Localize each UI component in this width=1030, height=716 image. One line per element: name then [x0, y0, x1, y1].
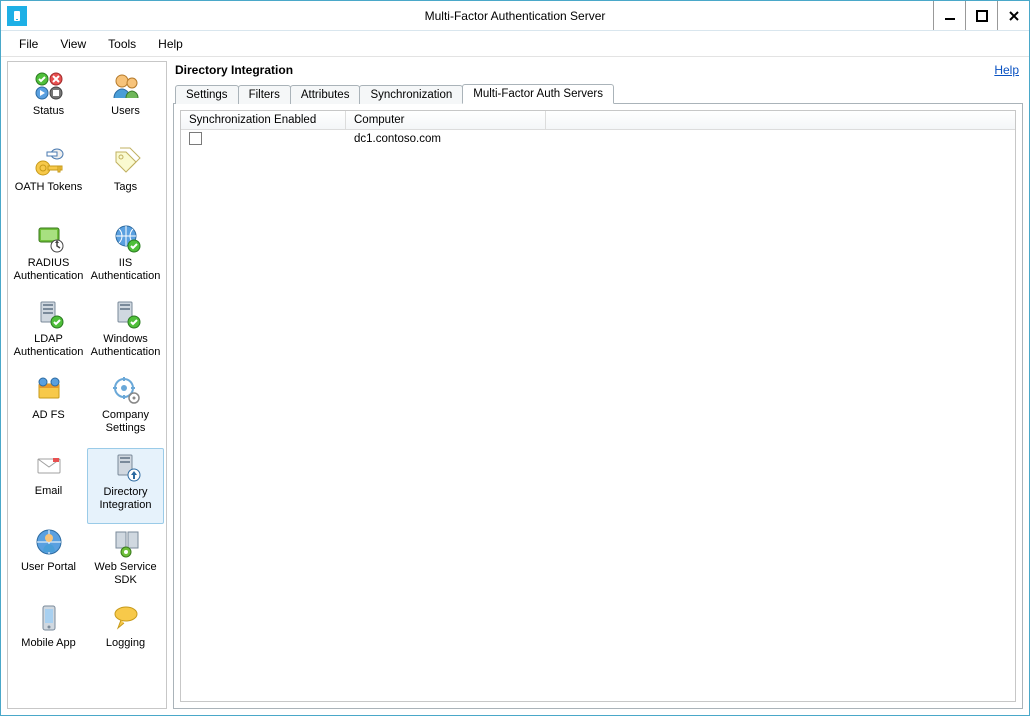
sidebar-item-email[interactable]: Email: [10, 448, 87, 524]
mobile-app-icon: [33, 602, 65, 634]
sidebar-item-directory-integration[interactable]: Directory Integration: [87, 448, 164, 524]
email-icon: [33, 450, 65, 482]
sidebar-item-ldap-auth[interactable]: LDAP Authentication: [10, 296, 87, 372]
menu-file[interactable]: File: [9, 34, 48, 54]
main-panel: Directory Integration Help Settings Filt…: [173, 61, 1023, 709]
windows-auth-icon: [110, 298, 142, 330]
page-title: Directory Integration: [175, 63, 293, 77]
sidebar-item-user-portal[interactable]: User Portal: [10, 524, 87, 600]
sidebar-item-label: Users: [111, 105, 140, 118]
directory-integration-icon: [110, 451, 142, 483]
user-portal-icon: [33, 526, 65, 558]
sidebar-item-label: Email: [35, 485, 63, 498]
tab-strip: Settings Filters Attributes Synchronizat…: [173, 83, 1023, 103]
column-sync-enabled[interactable]: Synchronization Enabled: [181, 111, 346, 129]
sidebar-item-label: Company Settings: [88, 409, 163, 434]
sidebar-item-label: Tags: [114, 181, 137, 194]
main-header: Directory Integration Help: [173, 61, 1023, 83]
sidebar-item-tags[interactable]: Tags: [87, 144, 164, 220]
tab-panel: Synchronization Enabled Computer dc1.con…: [173, 103, 1023, 709]
tab-synchronization[interactable]: Synchronization: [359, 85, 463, 104]
sidebar-item-users[interactable]: Users: [87, 68, 164, 144]
window-title: Multi-Factor Authentication Server: [1, 9, 1029, 23]
sidebar-item-label: OATH Tokens: [15, 181, 82, 194]
tags-icon: [110, 146, 142, 178]
sidebar-item-label: Logging: [106, 637, 145, 650]
sidebar-item-radius-auth[interactable]: RADIUS Authentication: [10, 220, 87, 296]
sidebar-item-web-service-sdk[interactable]: Web Service SDK: [87, 524, 164, 600]
sidebar-item-label: Mobile App: [21, 637, 75, 650]
cell-sync-enabled: [181, 130, 346, 147]
sidebar-item-label: Status: [33, 105, 64, 118]
menu-view[interactable]: View: [50, 34, 96, 54]
menu-help[interactable]: Help: [148, 34, 193, 54]
sidebar: Status Users OATH Tokens Tags: [7, 61, 167, 709]
tab-attributes[interactable]: Attributes: [290, 85, 361, 104]
sidebar-item-label: Windows Authentication: [88, 333, 163, 358]
status-icon: [33, 70, 65, 102]
maximize-button[interactable]: [965, 1, 997, 30]
sidebar-item-logging[interactable]: Logging: [87, 600, 164, 676]
cell-computer: dc1.contoso.com: [346, 131, 546, 147]
radius-auth-icon: [33, 222, 65, 254]
sidebar-item-windows-auth[interactable]: Windows Authentication: [87, 296, 164, 372]
sidebar-item-oath-tokens[interactable]: OATH Tokens: [10, 144, 87, 220]
servers-grid: Synchronization Enabled Computer dc1.con…: [180, 110, 1016, 702]
content-area: Status Users OATH Tokens Tags: [1, 57, 1029, 715]
grid-header: Synchronization Enabled Computer: [181, 111, 1015, 130]
menubar: File View Tools Help: [1, 31, 1029, 57]
window-controls: [933, 1, 1029, 30]
ldap-auth-icon: [33, 298, 65, 330]
company-settings-icon: [110, 374, 142, 406]
sidebar-item-label: RADIUS Authentication: [11, 257, 86, 282]
minimize-button[interactable]: [933, 1, 965, 30]
sidebar-item-label: Directory Integration: [89, 486, 162, 511]
tab-mfa-servers[interactable]: Multi-Factor Auth Servers: [462, 84, 614, 104]
menu-tools[interactable]: Tools: [98, 34, 146, 54]
oath-tokens-icon: [33, 146, 65, 178]
sidebar-item-mobile-app[interactable]: Mobile App: [10, 600, 87, 676]
sidebar-item-iis-auth[interactable]: IIS Authentication: [87, 220, 164, 296]
sidebar-item-label: IIS Authentication: [88, 257, 163, 282]
help-link[interactable]: Help: [994, 63, 1019, 77]
sidebar-item-company-settings[interactable]: Company Settings: [87, 372, 164, 448]
sidebar-item-label: User Portal: [21, 561, 76, 574]
sidebar-item-label: Web Service SDK: [88, 561, 163, 586]
sidebar-item-adfs[interactable]: AD FS: [10, 372, 87, 448]
iis-auth-icon: [110, 222, 142, 254]
sidebar-item-status[interactable]: Status: [10, 68, 87, 144]
sidebar-item-label: LDAP Authentication: [11, 333, 86, 358]
web-service-sdk-icon: [110, 526, 142, 558]
users-icon: [110, 70, 142, 102]
adfs-icon: [33, 374, 65, 406]
table-row[interactable]: dc1.contoso.com: [181, 130, 1015, 147]
sidebar-item-label: AD FS: [32, 409, 64, 422]
app-window: Multi-Factor Authentication Server File …: [0, 0, 1030, 716]
app-icon: [7, 6, 27, 26]
tab-settings[interactable]: Settings: [175, 85, 239, 104]
close-button[interactable]: [997, 1, 1029, 30]
column-spacer: [546, 111, 1015, 129]
logging-icon: [110, 602, 142, 634]
sync-enabled-checkbox[interactable]: [189, 132, 202, 145]
titlebar: Multi-Factor Authentication Server: [1, 1, 1029, 31]
tab-filters[interactable]: Filters: [238, 85, 291, 104]
column-computer[interactable]: Computer: [346, 111, 546, 129]
